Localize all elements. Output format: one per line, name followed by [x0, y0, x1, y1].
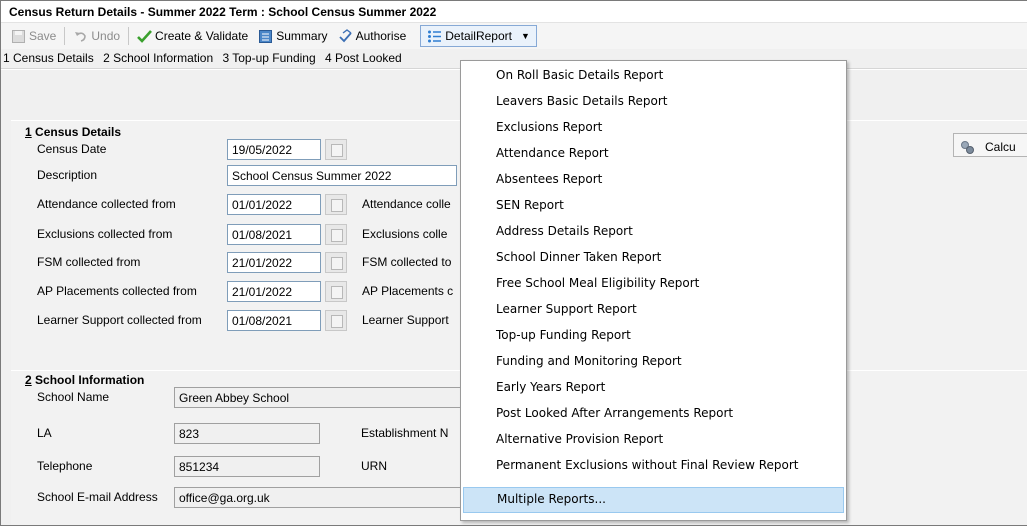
- detail-report-menu: On Roll Basic Details Report Leavers Bas…: [460, 60, 847, 521]
- urn-label: URN: [361, 459, 387, 473]
- ap-to-label: AP Placements c: [362, 284, 454, 298]
- school-name-field[interactable]: Green Abbey School: [174, 387, 464, 408]
- menu-item-sen[interactable]: SEN Report: [463, 194, 844, 220]
- save-button[interactable]: Save: [7, 25, 60, 47]
- menu-item-post-looked-after[interactable]: Post Looked After Arrangements Report: [463, 402, 844, 428]
- undo-icon: [73, 29, 88, 44]
- email-field[interactable]: office@ga.org.uk: [174, 487, 464, 508]
- menu-item-multiple-reports[interactable]: Multiple Reports...: [463, 487, 844, 513]
- calendar-icon[interactable]: [325, 310, 347, 331]
- telephone-label: Telephone: [37, 459, 93, 473]
- learner-support-to-label: Learner Support: [362, 313, 449, 327]
- menu-item-learner-support[interactable]: Learner Support Report: [463, 298, 844, 324]
- menu-item-attendance[interactable]: Attendance Report: [463, 142, 844, 168]
- authorise-icon: [338, 28, 353, 44]
- census-date-field[interactable]: 19/05/2022: [227, 139, 321, 160]
- save-icon: [11, 29, 26, 44]
- exclusions-from-field[interactable]: 01/08/2021: [227, 224, 321, 245]
- menu-item-top-up-funding[interactable]: Top-up Funding Report: [463, 324, 844, 350]
- chevron-down-icon: ▼: [520, 31, 530, 41]
- calendar-icon[interactable]: [325, 281, 347, 302]
- fsm-to-label: FSM collected to: [362, 255, 452, 269]
- calculate-button[interactable]: Calcu: [953, 133, 1027, 157]
- description-field[interactable]: School Census Summer 2022: [227, 165, 457, 186]
- description-label: Description: [37, 168, 98, 182]
- ap-from-label: AP Placements collected from: [37, 284, 197, 298]
- menu-item-school-dinner-taken[interactable]: School Dinner Taken Report: [463, 246, 844, 272]
- toolbar-separator: [128, 27, 130, 45]
- telephone-field[interactable]: 851234: [174, 456, 320, 477]
- nav-census-details[interactable]: 1 Census Details: [3, 51, 94, 65]
- calendar-icon[interactable]: [325, 224, 347, 245]
- school-information-heading: 2 School Information: [25, 373, 145, 387]
- establishment-label: Establishment N: [361, 426, 449, 440]
- summary-button[interactable]: Summary: [254, 25, 331, 47]
- fsm-from-label: FSM collected from: [37, 255, 141, 269]
- la-label: LA: [37, 426, 52, 440]
- menu-item-funding-monitoring[interactable]: Funding and Monitoring Report: [463, 350, 844, 376]
- menu-item-fsm-eligibility[interactable]: Free School Meal Eligibility Report: [463, 272, 844, 298]
- menu-item-address-details[interactable]: Address Details Report: [463, 220, 844, 246]
- exclusions-from-label: Exclusions collected from: [37, 227, 173, 241]
- nav-top-up-funding[interactable]: 3 Top-up Funding: [222, 51, 315, 65]
- nav-post-looked[interactable]: 4 Post Looked: [325, 51, 402, 65]
- attendance-to-label: Attendance colle: [362, 197, 451, 211]
- school-name-label: School Name: [37, 390, 110, 404]
- menu-item-permanent-exclusions[interactable]: Permanent Exclusions without Final Revie…: [463, 454, 844, 480]
- learner-support-from-label: Learner Support collected from: [37, 313, 202, 327]
- summary-icon: [258, 29, 273, 44]
- toolbar: Save Undo Create & Validate Summary Auth…: [1, 23, 1027, 49]
- ap-from-field[interactable]: 21/01/2022: [227, 281, 321, 302]
- checkmark-icon: [137, 29, 153, 44]
- census-return-window: Census Return Details - Summer 2022 Term…: [0, 0, 1027, 526]
- list-icon: [427, 29, 442, 44]
- detail-report-dropdown[interactable]: DetailReport ▼: [420, 25, 537, 47]
- window-title: Census Return Details - Summer 2022 Term…: [1, 1, 1027, 23]
- toolbar-separator: [64, 27, 66, 45]
- menu-item-alternative-provision[interactable]: Alternative Provision Report: [463, 428, 844, 454]
- learner-support-from-field[interactable]: 01/08/2021: [227, 310, 321, 331]
- create-validate-button[interactable]: Create & Validate: [133, 25, 252, 47]
- calendar-icon[interactable]: [325, 194, 347, 215]
- attendance-from-field[interactable]: 01/01/2022: [227, 194, 321, 215]
- attendance-from-label: Attendance collected from: [37, 197, 176, 211]
- la-field[interactable]: 823: [174, 423, 320, 444]
- fsm-from-field[interactable]: 21/01/2022: [227, 252, 321, 273]
- menu-item-exclusions[interactable]: Exclusions Report: [463, 116, 844, 142]
- menu-item-early-years[interactable]: Early Years Report: [463, 376, 844, 402]
- census-details-heading: 1 Census Details: [25, 125, 122, 139]
- authorise-button[interactable]: Authorise: [334, 25, 411, 47]
- menu-item-on-roll-basic-details[interactable]: On Roll Basic Details Report: [463, 64, 844, 90]
- menu-item-absentees[interactable]: Absentees Report: [463, 168, 844, 194]
- gears-icon: [960, 140, 975, 155]
- calendar-icon[interactable]: [325, 139, 347, 160]
- email-label: School E-mail Address: [37, 490, 158, 504]
- exclusions-to-label: Exclusions colle: [362, 227, 448, 241]
- menu-item-leavers-basic-details[interactable]: Leavers Basic Details Report: [463, 90, 844, 116]
- nav-school-information[interactable]: 2 School Information: [103, 51, 213, 65]
- undo-button[interactable]: Undo: [69, 25, 124, 47]
- census-date-label: Census Date: [37, 142, 107, 156]
- calendar-icon[interactable]: [325, 252, 347, 273]
